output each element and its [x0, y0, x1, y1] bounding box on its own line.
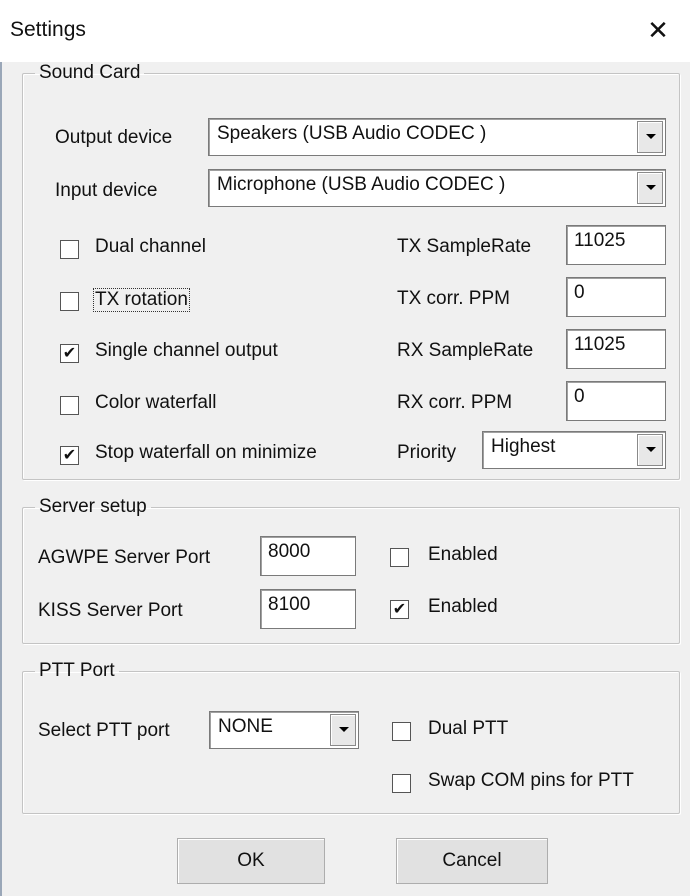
chevron-down-icon[interactable]: [637, 121, 663, 153]
output-device-value: Speakers (USB Audio CODEC ): [217, 123, 487, 144]
swap-com-pins-checkbox[interactable]: [392, 774, 411, 793]
chevron-down-icon[interactable]: [637, 434, 663, 466]
tx-samplerate-input[interactable]: 11025: [566, 225, 666, 265]
sound-card-legend: Sound Card: [39, 62, 141, 83]
window-border: [0, 62, 2, 896]
kiss-port-label: KISS Server Port: [38, 600, 183, 621]
tx-corr-label: TX corr. PPM: [397, 288, 510, 309]
window-title: Settings: [10, 18, 86, 41]
title-bar: [0, 0, 690, 62]
color-waterfall-checkbox[interactable]: [60, 396, 79, 415]
priority-value: Highest: [491, 436, 556, 457]
dual-channel-label: Dual channel: [95, 236, 206, 257]
tx-samplerate-label: TX SampleRate: [397, 236, 532, 257]
rx-corr-label: RX corr. PPM: [397, 392, 513, 413]
ptt-port-legend: PTT Port: [39, 660, 115, 681]
kiss-enabled-label: Enabled: [428, 596, 498, 617]
kiss-enabled-checkbox[interactable]: ✔: [390, 600, 409, 619]
agwpe-port-label: AGWPE Server Port: [38, 547, 211, 568]
ptt-port-select[interactable]: NONE: [209, 711, 359, 749]
rx-samplerate-label: RX SampleRate: [397, 340, 534, 361]
ptt-port-label: Select PTT port: [38, 720, 170, 741]
agwpe-enabled-label: Enabled: [428, 544, 498, 565]
agwpe-enabled-checkbox[interactable]: [390, 548, 409, 567]
rx-corr-input[interactable]: 0: [566, 381, 666, 421]
input-device-value: Microphone (USB Audio CODEC ): [217, 174, 506, 195]
single-channel-output-checkbox[interactable]: ✔: [60, 344, 79, 363]
close-icon[interactable]: ✕: [640, 12, 676, 48]
stop-waterfall-label: Stop waterfall on minimize: [95, 442, 317, 463]
output-device-select[interactable]: Speakers (USB Audio CODEC ): [208, 118, 666, 156]
dual-ptt-checkbox[interactable]: [392, 722, 411, 741]
tx-corr-input[interactable]: 0: [566, 277, 666, 317]
output-device-label: Output device: [55, 127, 173, 148]
ok-button[interactable]: OK: [177, 838, 325, 884]
kiss-port-input[interactable]: 8100: [260, 589, 356, 629]
rx-samplerate-input[interactable]: 11025: [566, 329, 666, 369]
dual-ptt-label: Dual PTT: [428, 718, 509, 739]
chevron-down-icon[interactable]: [637, 172, 663, 204]
ptt-port-value: NONE: [218, 716, 273, 737]
chevron-down-icon[interactable]: [330, 714, 356, 746]
tx-rotation-label: TX rotation: [93, 288, 190, 312]
server-setup-legend: Server setup: [39, 496, 147, 517]
priority-label: Priority: [397, 442, 457, 463]
tx-rotation-checkbox[interactable]: [60, 292, 79, 311]
swap-com-pins-label: Swap COM pins for PTT: [428, 770, 634, 791]
stop-waterfall-checkbox[interactable]: ✔: [60, 446, 79, 465]
color-waterfall-label: Color waterfall: [95, 392, 217, 413]
input-device-select[interactable]: Microphone (USB Audio CODEC ): [208, 169, 666, 207]
dual-channel-checkbox[interactable]: [60, 240, 79, 259]
input-device-label: Input device: [55, 180, 158, 201]
single-channel-output-label: Single channel output: [95, 340, 278, 361]
agwpe-port-input[interactable]: 8000: [260, 536, 356, 576]
priority-select[interactable]: Highest: [482, 431, 666, 469]
cancel-button[interactable]: Cancel: [396, 838, 548, 884]
